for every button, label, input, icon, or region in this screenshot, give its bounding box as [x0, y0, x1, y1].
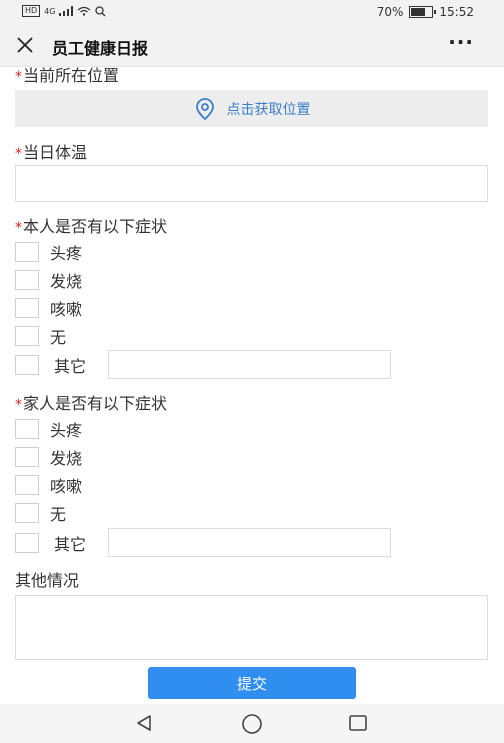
system-nav-bar [0, 704, 504, 743]
signal-icon [59, 6, 74, 16]
close-icon [17, 37, 33, 53]
option-label: 其它 [54, 535, 87, 554]
option-label: 头疼 [50, 244, 83, 263]
option-label: 头疼 [50, 421, 83, 440]
location-pin-icon [195, 97, 214, 120]
self-symptom-option-none[interactable]: 无 [15, 325, 66, 347]
option-label: 咳嗽 [50, 300, 83, 319]
temperature-label: *当日体温 [15, 139, 87, 163]
option-label: 咳嗽 [50, 477, 83, 496]
hd-badge: HD [22, 5, 41, 17]
more-options-button[interactable]: ··· [448, 30, 474, 54]
battery-icon [409, 6, 437, 18]
self-symptom-other-input[interactable] [108, 350, 391, 379]
option-label: 发烧 [50, 449, 83, 468]
self-symptom-option-cough[interactable]: 咳嗽 [15, 297, 82, 319]
checkbox[interactable] [15, 355, 39, 375]
checkbox[interactable] [15, 326, 39, 346]
family-symptom-option-other[interactable]: 其它 [15, 532, 86, 554]
family-symptoms-label-text: 家人是否有以下症状 [23, 394, 168, 413]
required-mark: * [15, 397, 22, 413]
get-location-button[interactable]: 点击获取位置 [15, 90, 488, 127]
required-mark: * [15, 220, 22, 236]
back-button[interactable] [134, 713, 154, 737]
checkbox[interactable] [15, 475, 39, 495]
checkbox[interactable] [15, 270, 39, 290]
get-location-label: 点击获取位置 [226, 101, 311, 118]
option-label: 无 [50, 328, 67, 347]
self-symptom-option-fever[interactable]: 发烧 [15, 269, 82, 291]
other-situation-textarea[interactable] [15, 595, 488, 660]
location-label-text: 当前所在位置 [23, 66, 120, 85]
status-left: HD 4G [22, 5, 106, 17]
home-circle-icon [242, 714, 262, 734]
status-right: 70% 15:52 [377, 5, 474, 19]
self-symptoms-label: *本人是否有以下症状 [15, 213, 167, 237]
other-situation-label: 其他情况 [15, 571, 80, 590]
checkbox[interactable] [15, 419, 39, 439]
location-label: *当前所在位置 [15, 62, 119, 86]
option-label: 发烧 [50, 272, 83, 291]
battery-fill [411, 8, 426, 16]
family-symptom-option-cough[interactable]: 咳嗽 [15, 474, 82, 496]
checkbox[interactable] [15, 298, 39, 318]
family-symptom-option-fever[interactable]: 发烧 [15, 446, 82, 468]
self-symptom-option-headache[interactable]: 头疼 [15, 241, 82, 263]
clock: 15:52 [439, 5, 474, 19]
close-button[interactable] [14, 34, 36, 56]
option-label: 无 [50, 505, 67, 524]
self-symptoms-label-text: 本人是否有以下症状 [23, 217, 168, 236]
family-symptoms-label: *家人是否有以下症状 [15, 390, 167, 414]
wifi-icon [78, 6, 91, 16]
recents-square-icon [349, 715, 367, 731]
recents-button[interactable] [348, 713, 368, 737]
required-mark: * [15, 146, 22, 162]
title-bar: 员工健康日报 ··· [0, 26, 504, 67]
required-mark: * [15, 69, 22, 85]
battery-percent: 70% [376, 5, 404, 19]
back-triangle-icon [137, 715, 151, 731]
search-icon [95, 5, 106, 16]
option-label: 其它 [54, 357, 87, 376]
page-title: 员工健康日报 [52, 39, 149, 58]
status-bar: HD 4G 70% 15:52 [0, 0, 504, 26]
checkbox[interactable] [15, 503, 39, 523]
family-symptom-option-headache[interactable]: 头疼 [15, 418, 82, 440]
submit-button[interactable]: 提交 [148, 667, 356, 699]
temperature-input[interactable] [15, 165, 488, 202]
family-symptom-other-input[interactable] [108, 528, 391, 557]
checkbox[interactable] [15, 533, 39, 553]
checkbox[interactable] [15, 242, 39, 262]
network-type: 4G [44, 6, 56, 16]
temperature-label-text: 当日体温 [23, 143, 88, 162]
checkbox[interactable] [15, 447, 39, 467]
family-symptom-option-none[interactable]: 无 [15, 502, 66, 524]
home-button[interactable] [241, 713, 263, 739]
self-symptom-option-other[interactable]: 其它 [15, 354, 86, 376]
